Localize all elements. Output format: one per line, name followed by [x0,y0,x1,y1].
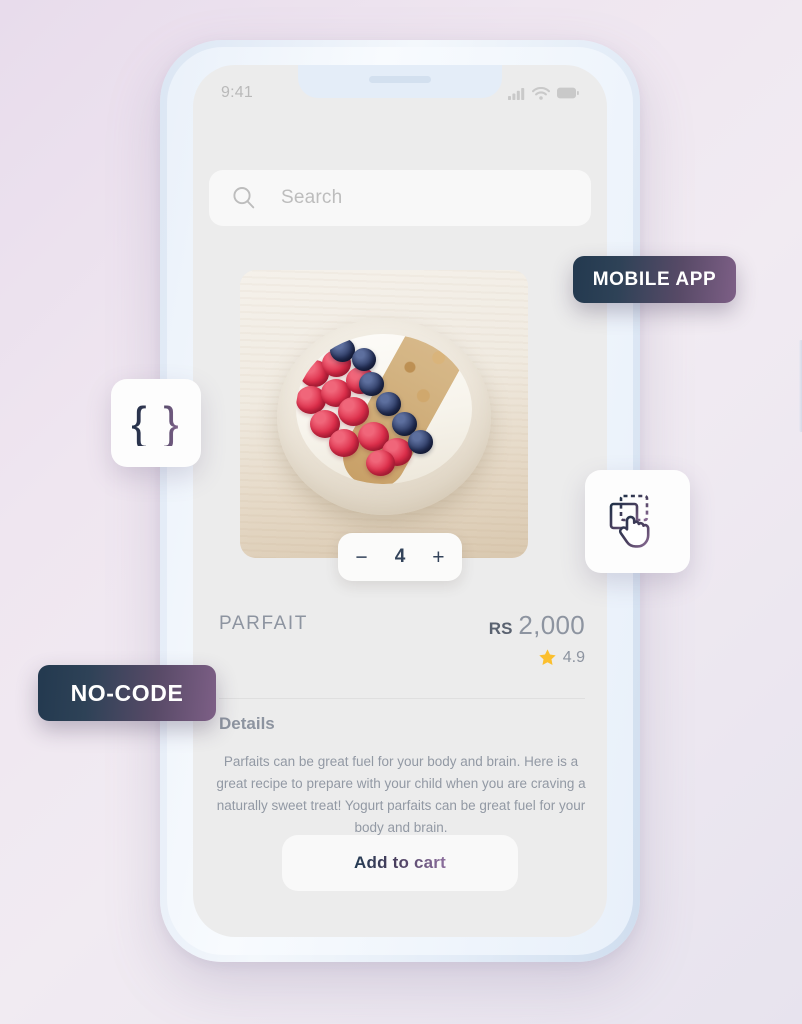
scene: 9:41 Search − 4 + PARFAIT RS 2,000 4.9 D… [0,0,802,1024]
product-image[interactable] [240,270,528,558]
search-icon [233,187,255,209]
status-icons [508,83,579,100]
status-time: 9:41 [221,84,253,101]
wifi-icon [532,86,550,100]
quantity-increment-button[interactable]: + [424,547,452,568]
product-info: PARFAIT RS 2,000 4.9 [219,610,585,667]
price-amount: 2,000 [518,610,585,640]
add-to-cart-label: Add to cart [354,853,446,872]
price-block: RS 2,000 4.9 [489,610,585,667]
code-braces-icon: { } [131,397,181,449]
details-description: Parfaits can be great fuel for your body… [216,754,586,835]
star-icon [539,649,556,666]
search-input[interactable]: Search [209,170,591,226]
code-braces-card: { } [111,379,201,467]
battery-icon [557,87,579,99]
product-title: PARFAIT [219,613,308,634]
quantity-stepper[interactable]: − 4 + [338,533,462,581]
rating-value: 4.9 [562,648,585,666]
badge-no-code: NO-CODE [38,665,216,721]
quantity-decrement-button[interactable]: − [348,547,376,568]
badge-no-code-label: NO-CODE [70,679,184,706]
blueberry [376,392,401,417]
details-heading: Details [219,714,275,733]
search-placeholder: Search [281,187,343,208]
badge-mobile-app: MOBILE APP [573,256,736,303]
phone-screen: 9:41 Search − 4 + PARFAIT RS 2,000 4.9 D… [193,65,607,937]
raspberry [329,429,359,458]
quantity-value: 4 [394,546,406,567]
drag-drop-card [585,470,690,573]
earpiece-speaker [369,76,431,83]
details-divider [219,698,585,699]
blueberry [359,372,384,397]
blueberry [352,348,376,372]
blueberry [408,430,433,455]
price-row: RS 2,000 [489,610,585,641]
raspberry [338,397,369,427]
add-to-cart-button[interactable]: Add to cart [282,835,518,891]
rating: 4.9 [489,648,585,667]
drag-drop-icon [609,494,649,548]
parfait-bowl [277,318,491,515]
raspberry [366,450,395,477]
bowl-contents [296,334,472,485]
signal-icon [508,87,525,100]
badge-mobile-app-label: MOBILE APP [592,268,717,290]
phone-frame: 9:41 Search − 4 + PARFAIT RS 2,000 4.9 D… [160,40,802,962]
price-currency: RS [488,619,513,638]
phone-notch [298,65,502,98]
